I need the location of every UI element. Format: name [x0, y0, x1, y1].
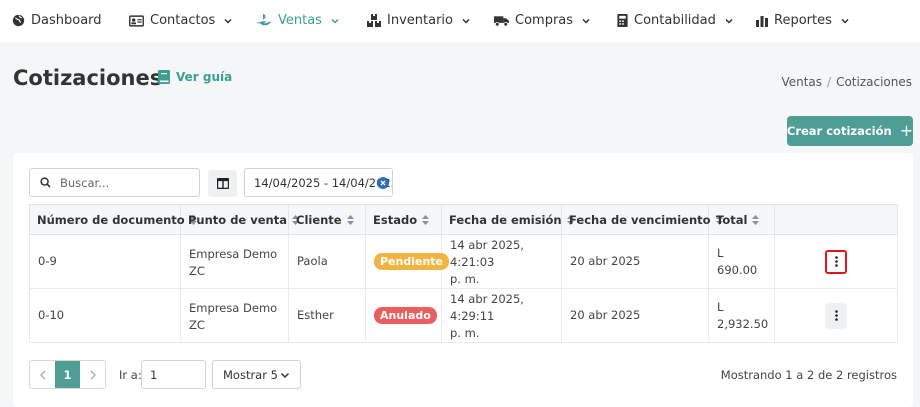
plus-icon: + [899, 121, 914, 140]
bar-chart-icon [756, 15, 768, 27]
breadcrumb-item-current: Cotizaciones [836, 75, 912, 89]
chevron-down-icon [841, 18, 849, 24]
truck-icon [494, 15, 509, 27]
cell-client: Esther [288, 288, 366, 343]
sort-icon [422, 215, 430, 225]
calendar-icon [216, 178, 229, 189]
nav-label: Contabilidad [634, 13, 716, 28]
cell-point-of-sale: Empresa Demo ZC [180, 234, 289, 289]
page-button-current[interactable]: 1 [55, 361, 80, 388]
nav-label: Compras [515, 13, 574, 28]
sort-icon [346, 215, 354, 225]
page-title: Cotizaciones [13, 66, 163, 90]
chevron-down-icon [224, 18, 232, 24]
status-badge: Anulado [374, 307, 437, 324]
cell-status: Anulado [365, 288, 442, 343]
search-input[interactable] [60, 175, 180, 190]
nav-contabilidad[interactable]: Contabilidad [617, 13, 734, 28]
cell-total: L 2,932.50 [708, 288, 775, 343]
cell-client: Paola [288, 234, 366, 289]
table-row[interactable]: 0-10 Empresa Demo ZC Esther Anulado 14 ab… [29, 288, 898, 343]
globe-icon [12, 14, 25, 27]
cell-due-date: 20 abr 2025 [561, 234, 709, 289]
create-quote-button[interactable]: Crear cotización + [787, 116, 913, 146]
row-actions-button[interactable] [825, 302, 847, 329]
column-header[interactable]: Cliente [288, 204, 366, 235]
page-size-select[interactable]: Mostrar 5 [212, 360, 301, 389]
nav-label: Ventas [278, 13, 322, 28]
breadcrumb-item-ventas[interactable]: Ventas [781, 75, 822, 89]
clear-date-icon[interactable] [377, 177, 389, 189]
cell-issue-date: 14 abr 2025, 4:21:03 p. m. [441, 234, 562, 289]
cell-actions [774, 234, 898, 289]
nav-inventario[interactable]: Inventario [367, 13, 471, 28]
breadcrumb: Ventas / Cotizaciones [781, 75, 912, 89]
next-page-button[interactable] [80, 361, 105, 388]
chevron-down-icon [725, 18, 733, 24]
ledger-icon [617, 14, 628, 27]
chevron-down-icon [462, 18, 470, 24]
cell-point-of-sale: Empresa Demo ZC [180, 288, 289, 343]
cell-due-date: 20 abr 2025 [561, 288, 709, 343]
row-actions-button[interactable] [825, 249, 847, 274]
cell-issue-date: 14 abr 2025, 4:29:11 p. m. [441, 288, 562, 343]
cell-actions [774, 288, 898, 343]
more-vertical-icon [834, 310, 838, 321]
search-box [29, 168, 200, 197]
nav-ventas[interactable]: Ventas [257, 13, 340, 28]
column-header-actions [774, 204, 898, 235]
pagination: 1 [29, 360, 106, 389]
status-badge: Pendiente [374, 253, 450, 270]
cell-status: Pendiente [365, 234, 450, 289]
table-row[interactable]: 0-9 Empresa Demo ZC Paola Pendiente 14 ab… [29, 234, 898, 289]
nav-label: Dashboard [31, 13, 102, 28]
chevron-down-icon [582, 18, 590, 24]
column-header[interactable]: Total [708, 204, 775, 235]
chevron-down-icon [280, 372, 290, 378]
nav-dashboard[interactable]: Dashboard [12, 13, 102, 28]
search-icon [40, 177, 51, 188]
book-icon [158, 70, 170, 84]
nav-reportes[interactable]: Reportes [756, 13, 850, 28]
chevron-right-icon [90, 370, 96, 379]
column-header[interactable]: Punto de venta [180, 204, 299, 235]
top-navigation: Dashboard Contactos Ventas Inventario Co… [0, 0, 920, 42]
goto-page-input[interactable] [141, 360, 206, 389]
chevron-down-icon [331, 18, 339, 24]
cell-total: L 690.00 [708, 234, 775, 289]
boxes-icon [367, 14, 381, 27]
date-range-field[interactable]: 14/04/2025 - 14/04/2025 [244, 168, 393, 197]
sort-icon [752, 215, 760, 225]
nav-label: Reportes [774, 13, 832, 28]
date-range-value: 14/04/2025 - 14/04/2025 [254, 175, 393, 190]
calendar-button[interactable] [208, 170, 237, 197]
prev-page-button[interactable] [30, 361, 55, 388]
nav-label: Contactos [150, 13, 216, 28]
breadcrumb-separator: / [827, 75, 832, 89]
goto-label: Ir a: [119, 368, 142, 382]
page-size-label: Mostrar 5 [223, 367, 278, 382]
quotes-card: 14/04/2025 - 14/04/2025 Número de docume… [13, 153, 913, 407]
records-summary: Mostrando 1 a 2 de 2 registros [720, 368, 897, 382]
contact-card-icon [129, 14, 144, 27]
nav-contactos[interactable]: Contactos [129, 13, 233, 28]
more-vertical-icon [834, 256, 838, 267]
guide-label: Ver guía [176, 70, 233, 84]
column-header[interactable]: Estado [365, 204, 442, 235]
guide-link[interactable]: Ver guía [158, 70, 232, 84]
column-header[interactable]: Número de documento [29, 204, 197, 235]
cell-document: 0-9 [29, 234, 181, 289]
hand-money-icon [257, 14, 271, 26]
table-header-row: Número de documento Punto de venta Clien… [29, 204, 898, 235]
column-header[interactable]: Fecha de vencimiento [561, 204, 723, 235]
cell-document: 0-10 [29, 288, 181, 343]
chevron-left-icon [39, 370, 45, 379]
nav-compras[interactable]: Compras [494, 13, 591, 28]
create-quote-label: Crear cotización [786, 124, 892, 138]
quotes-table: Número de documento Punto de venta Clien… [29, 204, 898, 343]
column-header[interactable]: Fecha de emisión [441, 204, 574, 235]
nav-label: Inventario [387, 13, 453, 28]
